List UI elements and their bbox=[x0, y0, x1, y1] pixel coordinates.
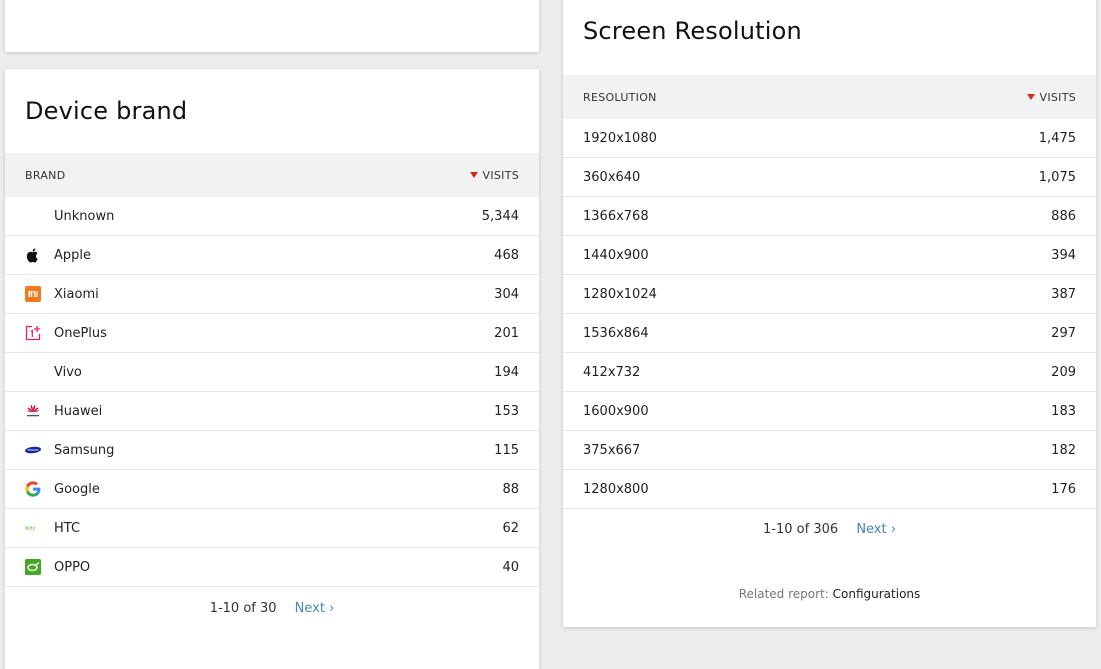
row-value: 194 bbox=[494, 364, 519, 380]
table-row[interactable]: 1366x768 886 bbox=[563, 197, 1096, 236]
row-label: 1366x768 bbox=[583, 208, 649, 224]
row-label: 1600x900 bbox=[583, 403, 649, 419]
row-label: Google bbox=[54, 481, 100, 497]
table-row[interactable]: 1280x1024 387 bbox=[563, 275, 1096, 314]
row-value: 886 bbox=[1051, 208, 1076, 224]
htc-icon bbox=[25, 520, 41, 536]
pagination-range: 1-10 of 306 bbox=[763, 522, 839, 537]
table-row[interactable]: HTC 62 bbox=[5, 509, 539, 548]
row-label: 1920x1080 bbox=[583, 130, 657, 146]
oppo-icon bbox=[25, 559, 41, 575]
row-value: 40 bbox=[502, 559, 519, 575]
row-value: 394 bbox=[1051, 247, 1076, 263]
row-value: 115 bbox=[494, 442, 519, 458]
samsung-icon bbox=[25, 442, 41, 458]
row-label: HTC bbox=[54, 520, 81, 536]
row-label: Huawei bbox=[54, 403, 103, 419]
related-report-label: Related report: bbox=[738, 587, 829, 601]
row-label: Vivo bbox=[54, 364, 82, 380]
table-row[interactable]: 360x640 1,075 bbox=[563, 158, 1096, 197]
table-row[interactable]: 412x732 209 bbox=[563, 353, 1096, 392]
row-value: 304 bbox=[494, 286, 519, 302]
row-value: 88 bbox=[502, 481, 519, 497]
row-label: Apple bbox=[54, 247, 92, 263]
table-body: Unknown 5,344 Apple 468 Xiaomi 304 OnePl… bbox=[5, 197, 539, 587]
table-row[interactable]: 1536x864 297 bbox=[563, 314, 1096, 353]
table-row[interactable]: Xiaomi 304 bbox=[5, 275, 539, 314]
row-label: 1280x800 bbox=[583, 481, 649, 497]
row-label: OPPO bbox=[54, 559, 91, 575]
row-value: 209 bbox=[1051, 364, 1076, 380]
table-row[interactable]: 1440x900 394 bbox=[563, 236, 1096, 275]
apple-icon bbox=[25, 247, 41, 263]
table-row[interactable]: OnePlus 201 bbox=[5, 314, 539, 353]
blank-icon bbox=[25, 364, 41, 380]
google-icon bbox=[25, 481, 41, 497]
table-row[interactable]: 1920x1080 1,475 bbox=[563, 119, 1096, 158]
column-header-visits[interactable]: VISITS bbox=[469, 169, 520, 182]
row-value: 297 bbox=[1051, 325, 1076, 341]
pagination: 1-10 of 30 Next › bbox=[5, 601, 539, 616]
screen-resolution-widget: Screen Resolution RESOLUTION VISITS 1920… bbox=[563, 0, 1096, 627]
pagination-range: 1-10 of 30 bbox=[209, 601, 277, 616]
xiaomi-icon bbox=[25, 286, 41, 302]
pagination: 1-10 of 306 Next › bbox=[563, 522, 1096, 537]
row-value: 1,075 bbox=[1038, 169, 1076, 185]
device-brand-widget: Device brand BRAND VISITS Unknown 5,344 … bbox=[5, 69, 539, 669]
table-header: RESOLUTION VISITS bbox=[563, 75, 1096, 119]
row-label: 412x732 bbox=[583, 364, 641, 380]
row-label: OnePlus bbox=[54, 325, 107, 341]
table-row[interactable]: Google 88 bbox=[5, 470, 539, 509]
table-row[interactable]: 375x667 182 bbox=[563, 431, 1096, 470]
sort-desc-icon bbox=[469, 171, 478, 178]
widget-title: Device brand bbox=[25, 97, 188, 125]
row-value: 183 bbox=[1051, 403, 1076, 419]
table-row[interactable]: Unknown 5,344 bbox=[5, 197, 539, 236]
row-value: 468 bbox=[494, 247, 519, 263]
table-row[interactable]: 1600x900 183 bbox=[563, 392, 1096, 431]
table-header: BRAND VISITS bbox=[5, 153, 539, 197]
table-row[interactable]: Vivo 194 bbox=[5, 353, 539, 392]
blank-icon bbox=[25, 208, 41, 224]
row-value: 201 bbox=[494, 325, 519, 341]
row-label: Samsung bbox=[54, 442, 115, 458]
column-header-resolution[interactable]: RESOLUTION bbox=[583, 91, 657, 104]
next-page-link[interactable]: Next › bbox=[295, 601, 335, 616]
row-label: 1280x1024 bbox=[583, 286, 657, 302]
widget-title: Screen Resolution bbox=[583, 17, 802, 45]
related-report: Related report: Configurations bbox=[563, 587, 1096, 601]
row-label: Xiaomi bbox=[54, 286, 99, 302]
next-page-link[interactable]: Next › bbox=[856, 522, 896, 537]
column-header-visits[interactable]: VISITS bbox=[1026, 91, 1077, 104]
previous-widget-card bbox=[5, 0, 539, 52]
related-report-link[interactable]: Configurations bbox=[833, 587, 921, 601]
row-label: 1440x900 bbox=[583, 247, 649, 263]
table-body: 1920x1080 1,475 360x640 1,075 1366x768 886 … bbox=[563, 119, 1096, 509]
table-row[interactable]: Apple 468 bbox=[5, 236, 539, 275]
table-row[interactable]: Huawei 153 bbox=[5, 392, 539, 431]
row-value: 387 bbox=[1051, 286, 1076, 302]
table-row[interactable]: 1280x800 176 bbox=[563, 470, 1096, 509]
table-row[interactable]: OPPO 40 bbox=[5, 548, 539, 587]
column-header-brand[interactable]: BRAND bbox=[25, 169, 65, 182]
row-value: 5,344 bbox=[481, 208, 519, 224]
row-value: 182 bbox=[1051, 442, 1076, 458]
table-row[interactable]: Samsung 115 bbox=[5, 431, 539, 470]
row-value: 176 bbox=[1051, 481, 1076, 497]
row-label: 1536x864 bbox=[583, 325, 649, 341]
huawei-icon bbox=[25, 403, 41, 419]
row-label: 375x667 bbox=[583, 442, 641, 458]
row-label: 360x640 bbox=[583, 169, 641, 185]
row-value: 1,475 bbox=[1038, 130, 1076, 146]
row-value: 62 bbox=[502, 520, 519, 536]
row-label: Unknown bbox=[54, 208, 115, 224]
oneplus-icon bbox=[25, 325, 41, 341]
row-value: 153 bbox=[494, 403, 519, 419]
sort-desc-icon bbox=[1026, 93, 1035, 100]
